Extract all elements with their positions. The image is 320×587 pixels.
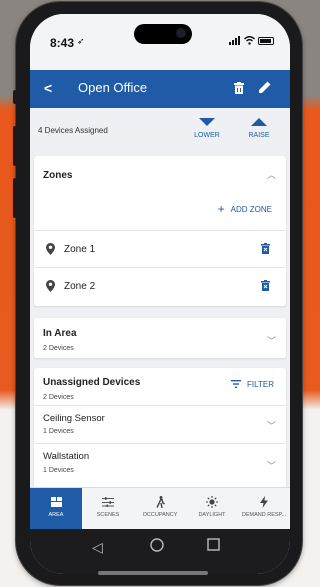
- tab-label: DAYLIGHT: [198, 512, 226, 518]
- volume-up-button: [13, 126, 17, 166]
- location-pin-icon: [46, 243, 55, 255]
- device-subtitle: 1 Devices: [43, 428, 74, 435]
- tab-label: DEMAND RESP...: [241, 512, 287, 518]
- tab-label: OCCUPANCY: [142, 512, 178, 518]
- tab-demand-response[interactable]: DEMAND RESP...: [238, 488, 290, 530]
- home-nav-icon[interactable]: [150, 538, 164, 555]
- occupancy-icon: [134, 496, 186, 512]
- tab-label: AREA: [48, 512, 64, 518]
- plus-icon: +: [217, 202, 225, 216]
- filter-icon: [231, 380, 242, 388]
- unassigned-devices-card: Unassigned Devices 2 Devices FILTER Ceil…: [34, 368, 286, 493]
- in-area-title: In Area: [43, 328, 77, 339]
- device-label: Ceiling Sensor: [43, 413, 105, 424]
- scenes-icon: [82, 496, 134, 512]
- status-icons: [229, 36, 274, 45]
- location-pin-icon: [46, 280, 55, 292]
- tab-occupancy[interactable]: OCCUPANCY: [134, 488, 186, 530]
- tab-daylight[interactable]: DAYLIGHT: [186, 488, 238, 530]
- raise-arrow-icon: [251, 118, 267, 126]
- lower-label: LOWER: [194, 132, 220, 139]
- daylight-icon: [186, 496, 238, 512]
- zones-card: Zones ︿ + ADD ZONE Zone 1 Zone 2: [34, 156, 286, 306]
- recents-nav-icon[interactable]: [207, 538, 220, 554]
- raise-label: RAISE: [248, 132, 270, 139]
- page-title: Open Office: [78, 80, 148, 95]
- filter-label: FILTER: [247, 380, 274, 389]
- chevron-down-icon[interactable]: ﹀: [267, 419, 276, 432]
- in-area-subtitle: 2 Devices: [43, 345, 74, 352]
- bottom-tab-bar: AREA SCENES OCCUPANCY DAYLIGHT DEMAND RE…: [30, 487, 290, 530]
- unassigned-subtitle: 2 Devices: [43, 394, 74, 401]
- lower-arrow-icon: [199, 118, 215, 126]
- wifi-icon: [244, 36, 255, 45]
- edit-icon[interactable]: [258, 80, 272, 94]
- app-bar: < Open Office: [30, 70, 290, 108]
- raise-button[interactable]: RAISE: [244, 118, 274, 139]
- mute-switch: [13, 90, 17, 104]
- delete-zone-icon[interactable]: [261, 243, 270, 254]
- battery-icon: [258, 36, 274, 45]
- device-subtitle: 1 Devices: [43, 467, 74, 474]
- signal-icon: [229, 36, 240, 45]
- unassigned-title: Unassigned Devices: [43, 377, 141, 388]
- tab-label: SCENES: [96, 512, 120, 518]
- tab-area[interactable]: AREA: [30, 488, 82, 530]
- status-bar: 8:43 ➶: [30, 14, 290, 70]
- demand-response-icon: [238, 496, 290, 512]
- delete-icon[interactable]: [234, 82, 244, 94]
- filter-button[interactable]: FILTER: [231, 380, 274, 389]
- location-arrow-icon: ➶: [77, 36, 85, 46]
- area-icon: [30, 496, 82, 512]
- zone-label: Zone 1: [64, 244, 96, 255]
- volume-down-button: [13, 178, 17, 218]
- in-area-card[interactable]: In Area 2 Devices ﹀: [34, 318, 286, 358]
- zone-row[interactable]: Zone 1: [34, 230, 286, 267]
- chevron-down-icon[interactable]: ﹀: [267, 334, 276, 347]
- device-label: Wallstation: [43, 451, 90, 462]
- zone-label: Zone 2: [64, 281, 96, 292]
- device-row[interactable]: Ceiling Sensor 1 Devices ﹀: [34, 406, 286, 442]
- home-indicator: [98, 571, 208, 575]
- camera-dot: [176, 28, 186, 38]
- delete-zone-icon[interactable]: [261, 280, 270, 291]
- chevron-up-icon[interactable]: ︿: [267, 168, 276, 181]
- zone-row[interactable]: Zone 2: [34, 267, 286, 304]
- system-nav-bar: ◁: [30, 529, 290, 574]
- back-icon[interactable]: <: [44, 80, 52, 96]
- chevron-down-icon[interactable]: ﹀: [267, 459, 276, 472]
- status-time: 8:43: [50, 36, 75, 50]
- zones-title: Zones: [43, 170, 73, 181]
- add-zone-button[interactable]: + ADD ZONE: [218, 202, 272, 216]
- back-nav-icon[interactable]: ◁: [92, 539, 103, 556]
- phone-screen: 8:43 ➶ < Open Office 4 Devices Assigned …: [30, 14, 290, 574]
- devices-assigned-text: 4 Devices Assigned: [38, 126, 108, 135]
- tab-scenes[interactable]: SCENES: [82, 488, 134, 530]
- device-row[interactable]: Wallstation 1 Devices ﹀: [34, 444, 286, 484]
- add-zone-label: ADD ZONE: [230, 205, 272, 214]
- lower-button[interactable]: LOWER: [190, 118, 224, 139]
